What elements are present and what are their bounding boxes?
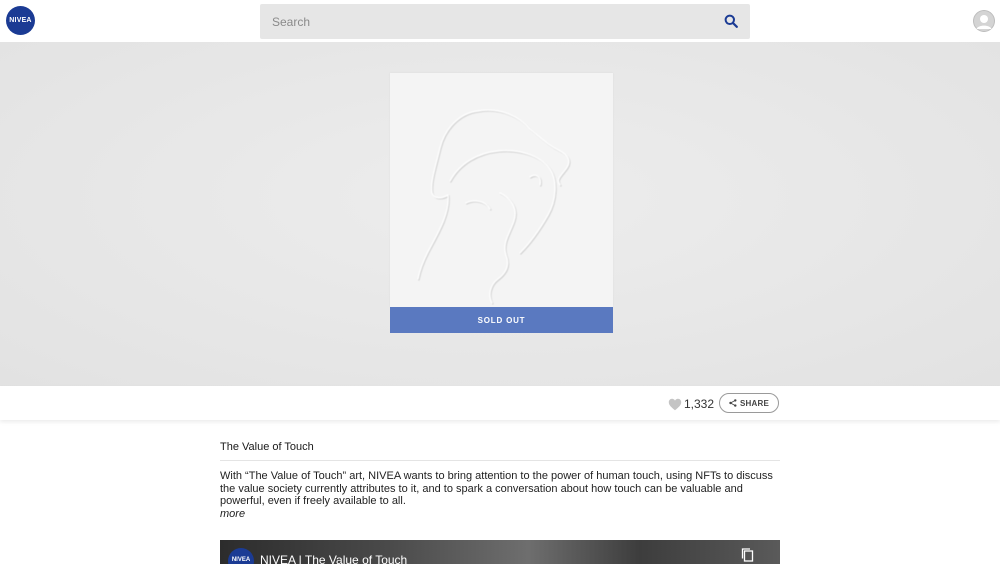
search-icon[interactable] (724, 14, 738, 28)
copy-link-icon[interactable] (741, 548, 754, 562)
artwork-title: The Value of Touch (220, 441, 314, 453)
share-label: SHARE (739, 398, 769, 408)
likes-count: 1,332 (684, 397, 715, 411)
heart-icon (668, 398, 682, 410)
nivea-logo[interactable]: NIVEA (6, 6, 35, 35)
video-embed[interactable]: NIVEA NIVEA | The Value of Touch (220, 540, 780, 564)
action-bar: 1,332 SHARE (0, 386, 1000, 420)
artwork-image[interactable] (390, 73, 613, 307)
search-bar (260, 4, 750, 39)
sold-out-label: SOLD OUT (477, 315, 526, 325)
user-avatar-icon[interactable] (973, 10, 995, 32)
search-input[interactable] (260, 4, 700, 39)
video-channel-logo[interactable]: NIVEA (228, 548, 254, 564)
video-channel-logo-text: NIVEA (231, 557, 251, 563)
more-link[interactable]: more (220, 508, 245, 520)
video-title[interactable]: NIVEA | The Value of Touch (260, 553, 407, 564)
artwork-description: With “The Value of Touch” art, NIVEA wan… (220, 470, 773, 507)
sold-out-banner: SOLD OUT (390, 307, 613, 333)
share-icon (729, 399, 737, 407)
divider (220, 460, 780, 461)
like-button[interactable]: 1,332 (668, 396, 714, 412)
top-bar: NIVEA (0, 0, 1000, 42)
artwork-display: SOLD OUT (0, 42, 1000, 386)
logo-text: NIVEA (9, 17, 32, 24)
share-button[interactable]: SHARE (719, 393, 779, 413)
